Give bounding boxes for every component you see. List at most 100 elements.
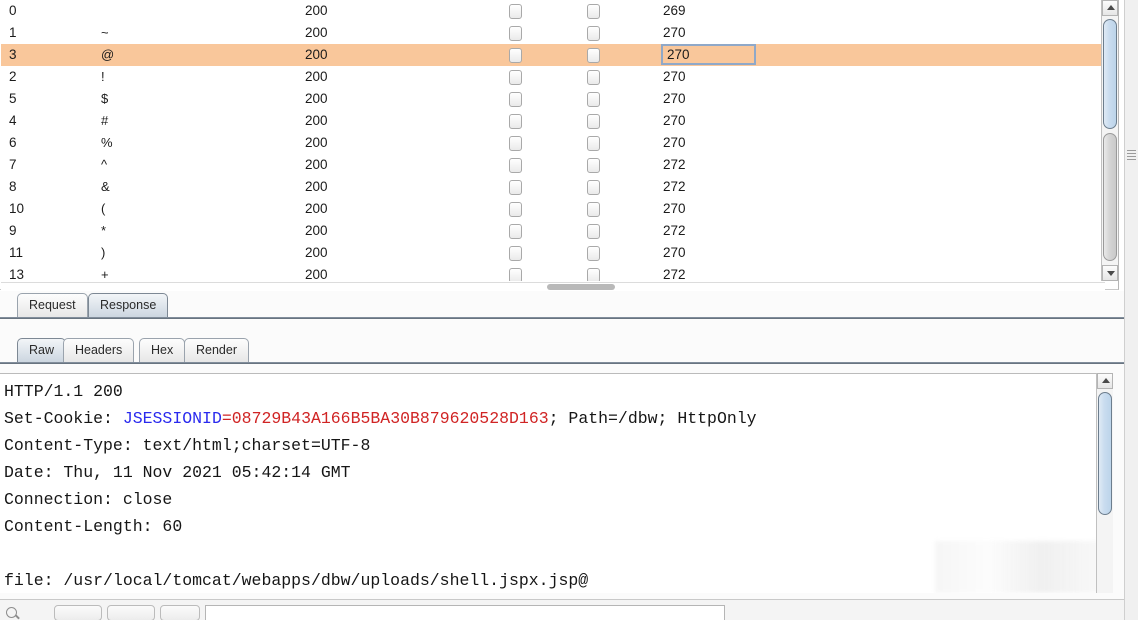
tab-render[interactable]: Render	[184, 338, 249, 362]
cell-length[interactable]: 270	[661, 88, 811, 110]
cell-error[interactable]	[505, 22, 583, 44]
cell-length[interactable]: 270	[661, 22, 811, 44]
search-option-button-2[interactable]	[107, 605, 155, 620]
cell-timeout[interactable]	[583, 44, 661, 66]
cell-length[interactable]: 270	[661, 242, 811, 264]
results-hscroll-thumb[interactable]	[547, 284, 615, 290]
timeout-checkbox[interactable]	[587, 223, 600, 239]
cell-error[interactable]	[505, 264, 583, 281]
cell-request[interactable]: 10	[1, 198, 97, 220]
cell-timeout[interactable]	[583, 110, 661, 132]
error-checkbox[interactable]	[509, 25, 522, 41]
cell-payload[interactable]: )	[97, 242, 305, 264]
cell-timeout[interactable]	[583, 66, 661, 88]
error-checkbox[interactable]	[509, 3, 522, 19]
cell-request[interactable]: 9	[1, 220, 97, 242]
cell-timeout[interactable]	[583, 0, 661, 22]
results-table-scroll-viewport[interactable]: 0 200 269 1 ~200 270 3 @200 270 2! 200 270 5 $200 270 4…	[1, 0, 1107, 281]
cell-timeout[interactable]	[583, 220, 661, 242]
timeout-checkbox[interactable]	[587, 69, 600, 85]
cell-request[interactable]: 6	[1, 132, 97, 154]
response-search-bar[interactable]	[0, 599, 1138, 620]
cell-status[interactable]: 200	[305, 44, 505, 66]
cell-payload[interactable]: &	[97, 176, 305, 198]
cell-length[interactable]: 270	[661, 66, 811, 88]
tab-hex[interactable]: Hex	[139, 338, 186, 362]
attack-results-table[interactable]: 0 200 269 1 ~200 270 3 @200 270 2! 200 270 5 $200 270 4…	[1, 0, 1107, 281]
cell-timeout[interactable]	[583, 176, 661, 198]
table-row[interactable]: 11) 200 270	[1, 242, 1107, 264]
cell-timeout[interactable]	[583, 264, 661, 281]
cell-status[interactable]: 200	[305, 264, 505, 281]
scroll-up-arrow-icon[interactable]	[1102, 0, 1118, 16]
results-horizontal-scrollbar[interactable]	[1, 282, 1105, 291]
cell-payload[interactable]: !	[97, 66, 305, 88]
cell-request[interactable]: 1	[1, 22, 97, 44]
results-scroll-thumb[interactable]	[1103, 19, 1117, 129]
cell-error[interactable]	[505, 88, 583, 110]
cell-status[interactable]: 200	[305, 220, 505, 242]
timeout-checkbox[interactable]	[587, 25, 600, 41]
response-scroll-thumb[interactable]	[1098, 392, 1112, 515]
cell-timeout[interactable]	[583, 22, 661, 44]
timeout-checkbox[interactable]	[587, 201, 600, 217]
cell-length[interactable]: 270	[661, 198, 811, 220]
table-row[interactable]: 10 (200 270	[1, 198, 1107, 220]
response-raw-viewer[interactable]: HTTP/1.1 200 Set-Cookie: JSESSIONID=0872…	[0, 373, 1113, 593]
cell-timeout[interactable]	[583, 132, 661, 154]
cell-payload[interactable]: (	[97, 198, 305, 220]
cell-status[interactable]: 200	[305, 0, 505, 22]
table-row[interactable]: 6% 200 270	[1, 132, 1107, 154]
cell-status[interactable]: 200	[305, 154, 505, 176]
cell-payload[interactable]: ^	[97, 154, 305, 176]
cell-error[interactable]	[505, 132, 583, 154]
cell-length[interactable]: 270	[661, 44, 811, 66]
cell-length[interactable]: 269	[661, 0, 811, 22]
table-row[interactable]: 3 @200 270	[1, 44, 1107, 66]
timeout-checkbox[interactable]	[587, 113, 600, 129]
cell-payload[interactable]: %	[97, 132, 305, 154]
cell-length[interactable]: 270	[661, 132, 811, 154]
error-checkbox[interactable]	[509, 245, 522, 261]
cell-error[interactable]	[505, 242, 583, 264]
cell-error[interactable]	[505, 154, 583, 176]
cell-error[interactable]	[505, 66, 583, 88]
cell-payload[interactable]: @	[97, 44, 305, 66]
table-row[interactable]: 8 & 200 272	[1, 176, 1107, 198]
tab-headers[interactable]: Headers	[63, 338, 135, 362]
timeout-checkbox[interactable]	[587, 267, 600, 281]
results-vertical-scrollbar[interactable]	[1101, 0, 1118, 281]
cell-request[interactable]: 2	[1, 66, 97, 88]
table-row[interactable]: 0 200 269	[1, 0, 1107, 22]
scroll-down-arrow-icon[interactable]	[1102, 265, 1118, 281]
cell-length[interactable]: 272	[661, 176, 811, 198]
cell-status[interactable]: 200	[305, 242, 505, 264]
error-checkbox[interactable]	[509, 201, 522, 217]
cell-payload[interactable]: +	[97, 264, 305, 281]
tab-response[interactable]: Response	[88, 293, 169, 317]
error-checkbox[interactable]	[509, 91, 522, 107]
cell-request[interactable]: 4	[1, 110, 97, 132]
response-vertical-scrollbar[interactable]	[1096, 373, 1113, 593]
cell-timeout[interactable]	[583, 88, 661, 110]
cell-timeout[interactable]	[583, 242, 661, 264]
table-row[interactable]: 13 +200 272	[1, 264, 1107, 281]
cell-error[interactable]	[505, 198, 583, 220]
cell-error[interactable]	[505, 110, 583, 132]
timeout-checkbox[interactable]	[587, 157, 600, 173]
tab-raw[interactable]: Raw	[17, 338, 67, 362]
cell-length[interactable]: 270	[661, 110, 811, 132]
cell-payload[interactable]: $	[97, 88, 305, 110]
timeout-checkbox[interactable]	[587, 47, 600, 63]
timeout-checkbox[interactable]	[587, 179, 600, 195]
cell-length[interactable]: 272	[661, 264, 811, 281]
cell-payload[interactable]: ~	[97, 22, 305, 44]
cell-request[interactable]: 0	[1, 0, 97, 22]
cell-timeout[interactable]	[583, 154, 661, 176]
cell-status[interactable]: 200	[305, 132, 505, 154]
cell-request[interactable]: 13	[1, 264, 97, 281]
cell-request[interactable]: 5	[1, 88, 97, 110]
cell-payload[interactable]: #	[97, 110, 305, 132]
cell-payload[interactable]: *	[97, 220, 305, 242]
cell-status[interactable]: 200	[305, 176, 505, 198]
